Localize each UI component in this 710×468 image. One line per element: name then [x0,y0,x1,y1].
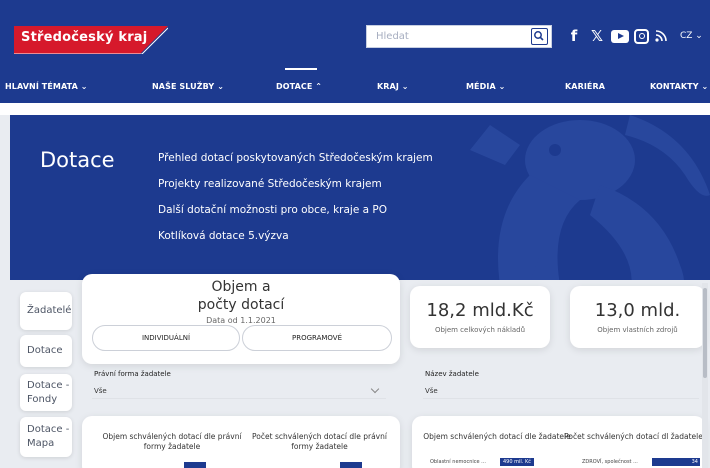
dropdown-title: Dotace [40,148,115,172]
language-selector[interactable]: CZ ⌄ [680,31,703,41]
chart-card-zadatel: Objem schválených dotací dle žadatele Po… [412,416,705,468]
chart-bar-value: 34 [652,458,700,466]
chart-card-pravni-forma: Objem schválených dotací dle právní form… [82,416,400,468]
data-since-label: Data od 1.1.2021 [206,316,276,325]
page-content: Žadatelé Dotace Dotace - Fondy Dotace - … [0,274,710,468]
header-divider [0,103,710,115]
chart-title-pocet-pravni-forma: Počet schválených dotací dle právní form… [252,432,387,451]
chart-bar [184,462,206,468]
sidebar-item-label: Žadatelé [27,305,72,316]
sidebar-item-dotace-fondy[interactable]: Dotace - Fondy [20,374,72,411]
site-header: Středočeský kraj f 𝕏 CZ ⌄ HLAVNÍ TÉMATA … [0,0,710,108]
logo-text[interactable]: Středočeský kraj [21,30,147,45]
x-twitter-icon[interactable]: 𝕏 [588,27,606,45]
nav-item-nase-sluzby[interactable]: NAŠE SLUŽBY ⌄ [152,82,224,91]
kpi-value: 13,0 mld. [594,300,681,321]
kpi-value: 18,2 mld.Kč [426,300,534,321]
nav-item-kraj[interactable]: KRAJ ⌄ [377,82,409,91]
chart-title-pocet-zadatel: Počet schválených dotací dl žadatele [564,432,703,441]
sidebar-item-label: Dotace [27,345,63,356]
kpi-label: Objem celkových nákladů [434,326,526,334]
chart-row-label: Oblastní nemocnice ... [430,459,486,465]
chart-title-objem-pravni-forma: Objem schválených dotací dle právní form… [102,432,242,451]
dropdown-link-prehled-dotaci[interactable]: Přehled dotací poskytovaných Středočeský… [158,152,433,164]
lion-emblem-icon [470,115,710,280]
search-input[interactable] [367,26,525,47]
youtube-icon[interactable] [611,29,629,43]
dropdown-link-kotlikova-dotace[interactable]: Kotlíková dotace 5.výzva [158,230,289,242]
filter-label-nazev-zadatele: Název žadatele [425,370,479,378]
sidebar-item-dotace-mapa[interactable]: Dotace - Mapa [20,417,72,457]
rss-icon[interactable] [654,29,668,43]
summary-card: Objem a počty dotací Data od 1.1.2021 IN… [82,274,400,364]
kpi-label: Objem vlastních zdrojů [597,326,678,334]
sidebar-item-label: Dotace - Fondy [27,379,70,405]
dotace-dropdown-panel: Dotace Přehled dotací poskytovaných Stře… [10,115,710,280]
nav-item-kontakty[interactable]: KONTAKTY ⌄ [650,82,708,91]
chart-row-label: ZDROVÍ, společnost ... [582,459,638,465]
search-button[interactable] [531,28,548,45]
search-box [366,25,552,48]
dropdown-link-projekty[interactable]: Projekty realizované Středočeským krajem [158,178,382,190]
nav-item-media[interactable]: MÉDIA ⌄ [466,82,505,91]
kpi-card-vlastni-zdroje: 13,0 mld. Objem vlastních zdrojů [570,286,705,348]
kpi-card-celkove-naklady: 18,2 mld.Kč Objem celkových nákladů [410,286,550,348]
chart-title-objem-zadatel: Objem schválených dotací dle žadatele [423,432,571,441]
nav-active-indicator [285,68,317,70]
filter-select-pravni-forma[interactable]: Vše [92,383,386,399]
nav-item-hlavni-temata[interactable]: HLAVNÍ TÉMATA ⌄ [5,82,88,91]
filter-value: Vše [425,387,438,395]
instagram-icon[interactable] [634,28,649,44]
page-heading: Objem a počty dotací [197,279,285,313]
filter-label-pravni-forma: Právní forma žadatele [94,370,171,378]
sidebar-item-label: Dotace - Mapa [27,424,70,449]
facebook-icon[interactable]: f [565,27,583,45]
nav-item-kariera[interactable]: KARIÉRA [565,82,605,91]
filter-value: Vše [94,387,107,395]
search-icon [534,31,544,41]
main-nav: HLAVNÍ TÉMATA ⌄ NAŠE SLUŽBY ⌄ DOTACE ⌃ K… [0,76,710,98]
chart-bar [340,462,362,468]
dropdown-link-dalsi-moznosti[interactable]: Další dotační možnosti pro obce, kraje a… [158,204,387,216]
chevron-down-icon [370,384,380,394]
filter-select-nazev-zadatele[interactable]: Vše [423,383,699,399]
sidebar-item-zadatele[interactable]: Žadatelé [20,292,72,330]
chart-bar-value: 490 mil. Kč [500,458,534,466]
sidebar-item-dotace[interactable]: Dotace [20,335,72,367]
tab-programove[interactable]: PROGRAMOVÉ [242,325,392,351]
tab-individualni[interactable]: INDIVIDUÁLNÍ [92,325,240,351]
scrollbar-thumb[interactable] [703,288,707,378]
nav-item-dotace[interactable]: DOTACE ⌃ [276,82,322,91]
social-links: f 𝕏 [565,27,668,45]
